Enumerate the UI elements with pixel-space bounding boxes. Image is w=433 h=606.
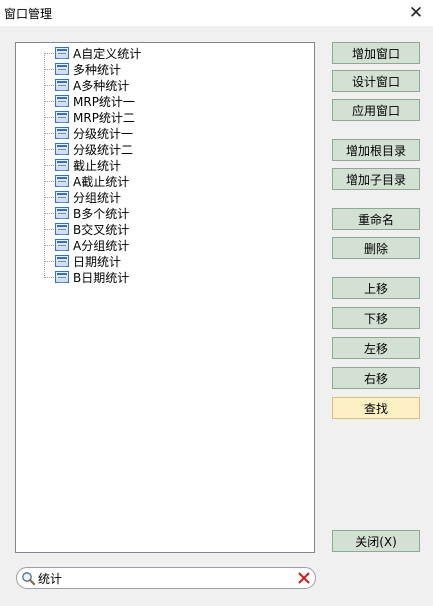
window-node-icon bbox=[55, 271, 69, 283]
move-down-button[interactable]: 下移 bbox=[332, 307, 420, 329]
clear-icon[interactable] bbox=[297, 571, 311, 585]
delete-button[interactable]: 删除 bbox=[332, 237, 420, 259]
window-node-icon bbox=[55, 143, 69, 155]
add-window-button[interactable]: 增加窗口 bbox=[332, 42, 420, 64]
search-input[interactable] bbox=[38, 570, 288, 586]
tree-item[interactable]: A截止统计 bbox=[44, 173, 129, 189]
design-window-button[interactable]: 设计窗口 bbox=[332, 70, 420, 92]
move-right-button[interactable]: 右移 bbox=[332, 367, 420, 389]
tree-item-label: A截止统计 bbox=[73, 174, 130, 189]
tree-item-label: B日期统计 bbox=[73, 270, 130, 285]
tree-item[interactable]: B交叉统计 bbox=[44, 221, 129, 237]
search-icon bbox=[22, 572, 35, 585]
tree-item-label: B交叉统计 bbox=[73, 222, 130, 237]
window-node-icon bbox=[55, 239, 69, 251]
tree-item[interactable]: 截止统计 bbox=[44, 157, 121, 173]
tree-item[interactable]: 分级统计一 bbox=[44, 125, 133, 141]
title-bar: 窗口管理 ✕ bbox=[0, 0, 433, 26]
tree-item[interactable]: 分组统计 bbox=[44, 189, 121, 205]
tree-item[interactable]: 日期统计 bbox=[44, 253, 121, 269]
tree-item-label: 分组统计 bbox=[73, 190, 122, 205]
tree-item[interactable]: A自定义统计 bbox=[44, 45, 141, 61]
window-title: 窗口管理 bbox=[4, 7, 53, 21]
move-left-button[interactable]: 左移 bbox=[332, 337, 420, 359]
window-node-icon bbox=[55, 63, 69, 75]
tree-item-label: A自定义统计 bbox=[73, 46, 142, 61]
move-up-button[interactable]: 上移 bbox=[332, 277, 420, 299]
tree-item-label: B多个统计 bbox=[73, 206, 130, 221]
tree-item-label: MRP统计二 bbox=[73, 110, 135, 125]
tree-item-label: 多种统计 bbox=[73, 62, 122, 77]
window-node-icon bbox=[55, 127, 69, 139]
tree-item[interactable]: B日期统计 bbox=[44, 269, 129, 285]
tree-item-label: A多种统计 bbox=[73, 78, 130, 93]
search-box[interactable] bbox=[16, 567, 316, 589]
add-root-dir-button[interactable]: 增加根目录 bbox=[332, 139, 420, 161]
close-icon[interactable]: ✕ bbox=[399, 0, 433, 26]
tree-item-label: 分级统计一 bbox=[73, 126, 134, 141]
tree-item[interactable]: 多种统计 bbox=[44, 61, 121, 77]
tree-item-label: 截止统计 bbox=[73, 158, 122, 173]
find-button[interactable]: 查找 bbox=[332, 397, 420, 419]
window-node-icon bbox=[55, 95, 69, 107]
tree-item[interactable]: A分组统计 bbox=[44, 237, 129, 253]
tree-item-label: A分组统计 bbox=[73, 238, 130, 253]
window-node-icon bbox=[55, 47, 69, 59]
apply-window-button[interactable]: 应用窗口 bbox=[332, 99, 420, 121]
window-node-icon bbox=[55, 255, 69, 267]
tree-item[interactable]: A多种统计 bbox=[44, 77, 129, 93]
window-node-icon bbox=[55, 223, 69, 235]
tree-item-label: 分级统计二 bbox=[73, 142, 134, 157]
tree-item-label: MRP统计一 bbox=[73, 94, 135, 109]
tree-item[interactable]: 分级统计二 bbox=[44, 141, 133, 157]
window-node-icon bbox=[55, 79, 69, 91]
window-node-icon bbox=[55, 191, 69, 203]
window-node-icon bbox=[55, 159, 69, 171]
close-dialog-button[interactable]: 关闭(X) bbox=[332, 530, 420, 552]
add-sub-dir-button[interactable]: 增加子目录 bbox=[332, 168, 420, 190]
window-tree[interactable]: A自定义统计 多种统计 A多种统计 MRP统计一 MRP统计二 分级统计一 分级… bbox=[15, 42, 315, 553]
window-node-icon bbox=[55, 207, 69, 219]
tree-item[interactable]: B多个统计 bbox=[44, 205, 129, 221]
window-node-icon bbox=[55, 175, 69, 187]
tree-item[interactable]: MRP统计一 bbox=[44, 93, 135, 109]
rename-button[interactable]: 重命名 bbox=[332, 208, 420, 230]
window-node-icon bbox=[55, 111, 69, 123]
tree-item[interactable]: MRP统计二 bbox=[44, 109, 135, 125]
tree-item-label: 日期统计 bbox=[73, 254, 122, 269]
